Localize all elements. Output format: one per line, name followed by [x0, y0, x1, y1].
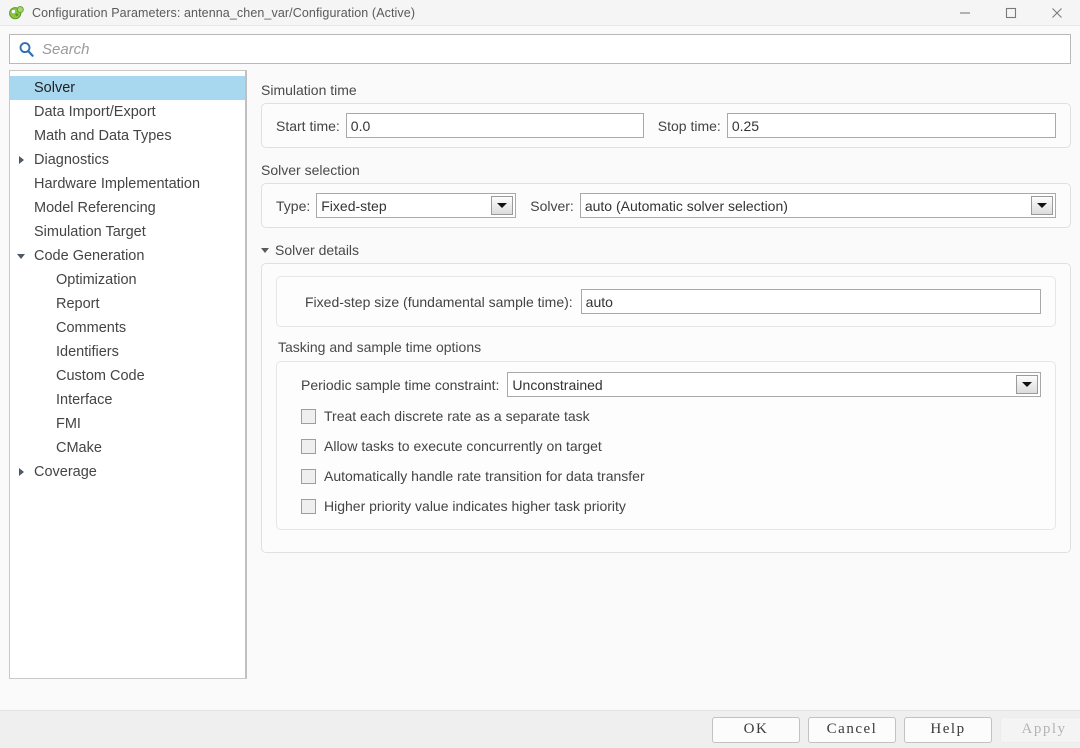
configuration-parameters-window: Configuration Parameters: antenna_chen_v… [0, 0, 1080, 748]
checkbox-1[interactable] [301, 408, 316, 424]
checkbox-4[interactable] [301, 498, 316, 514]
settings-pane-solver: Simulation time Start time: 0.0 Stop tim… [247, 70, 1071, 710]
sidebar-item-fmi[interactable]: FMI [10, 412, 245, 436]
sidebar-item-diagnostics[interactable]: Diagnostics [10, 148, 245, 172]
solver-label: Solver: [530, 197, 574, 214]
chevron-down-icon[interactable] [12, 253, 30, 259]
start-time-label: Start time: [276, 117, 340, 134]
solver-details-expander[interactable]: Solver details [261, 242, 1071, 258]
sidebar-item-interface[interactable]: Interface [10, 388, 245, 412]
sidebar-item-label: CMake [56, 440, 102, 456]
stop-time-field[interactable]: 0.25 [726, 113, 1056, 138]
solver-details-group: Fixed-step size (fundamental sample time… [261, 263, 1071, 553]
search-placeholder: Search [42, 40, 90, 58]
checkbox-row[interactable]: Automatically handle rate transition for… [301, 461, 1041, 491]
periodic-sample-time-label: Periodic sample time constraint: [301, 376, 500, 393]
settings-tree[interactable]: Solver Data Import/Export Math and Data Ty… [9, 70, 247, 679]
sidebar-item-model-referencing[interactable]: Model Referencing [10, 196, 245, 220]
sidebar-item-label: Custom Code [56, 368, 145, 384]
start-time-field[interactable]: 0.0 [345, 113, 644, 138]
sidebar-item-solver[interactable]: Solver [10, 76, 245, 100]
sidebar-item-simulation-target[interactable]: Simulation Target [10, 220, 245, 244]
sidebar-item-math-and-data-types[interactable]: Math and Data Types [10, 124, 245, 148]
sidebar-item-label: Math and Data Types [34, 128, 172, 144]
sidebar-item-label: Simulation Target [34, 224, 146, 240]
solver-type-dropdown[interactable]: Fixed-step [316, 193, 517, 218]
search-input[interactable]: Search [9, 34, 1071, 64]
title-bar: Configuration Parameters: antenna_chen_v… [0, 0, 1080, 26]
sidebar-item-label: Coverage [34, 464, 97, 480]
solver-dropdown[interactable]: auto (Automatic solver selection) [579, 193, 1056, 218]
sidebar-item-label: Data Import/Export [34, 104, 156, 120]
sidebar-item-cmake[interactable]: CMake [10, 436, 245, 460]
sidebar-item-label: Optimization [56, 272, 137, 288]
checkbox-label: Treat each discrete rate as a separate t… [324, 408, 590, 424]
simulation-time-title: Simulation time [261, 82, 357, 98]
sidebar-item-code-generation[interactable]: Code Generation [10, 244, 245, 268]
fixed-step-size-field[interactable]: auto [580, 289, 1041, 314]
stop-time-label: Stop time: [657, 117, 721, 134]
checkbox-label: Automatically handle rate transition for… [324, 468, 645, 484]
solver-selection-group: Type: Fixed-step Solver: auto (Automatic… [261, 183, 1071, 228]
periodic-sample-time-value: Unconstrained [512, 376, 603, 393]
simulink-logo-icon [8, 5, 24, 21]
fixed-step-size-group: Fixed-step size (fundamental sample time… [276, 276, 1056, 327]
sidebar-item-label: Comments [56, 320, 127, 336]
chevron-down-icon[interactable] [491, 196, 514, 215]
chevron-down-icon [261, 247, 269, 253]
dialog-body: Solver Data Import/Export Math and Data Ty… [0, 70, 1080, 710]
fixed-step-size-label: Fixed-step size (fundamental sample time… [305, 293, 573, 310]
solver-value: auto (Automatic solver selection) [584, 197, 788, 214]
sidebar-item-label: Solver [34, 80, 76, 96]
checkbox-row[interactable]: Treat each discrete rate as a separate t… [301, 401, 1041, 431]
minimize-icon[interactable] [942, 0, 988, 26]
search-icon [18, 41, 35, 58]
checkbox-row[interactable]: Higher priority value indicates higher t… [301, 491, 1041, 521]
chevron-down-icon[interactable] [1016, 375, 1038, 394]
maximize-icon[interactable] [988, 0, 1034, 26]
window-title: Configuration Parameters: antenna_chen_v… [32, 5, 416, 20]
checkbox-2[interactable] [301, 438, 316, 454]
cancel-button[interactable]: Cancel [808, 716, 896, 743]
sidebar-item-label: Interface [56, 392, 113, 408]
help-button[interactable]: Help [904, 716, 992, 743]
sidebar-item-label: Report [56, 296, 100, 312]
chevron-right-icon[interactable] [12, 468, 30, 476]
window-controls [942, 0, 1080, 26]
ok-button[interactable]: OK [712, 716, 800, 743]
solver-type-label: Type: [276, 197, 311, 214]
checkbox-row[interactable]: Allow tasks to execute concurrently on t… [301, 431, 1041, 461]
dialog-footer: OK Cancel Help Apply [0, 710, 1080, 748]
close-icon[interactable] [1034, 0, 1080, 26]
checkbox-label: Higher priority value indicates higher t… [324, 498, 626, 514]
solver-type-value: Fixed-step [321, 197, 387, 214]
sidebar-item-comments[interactable]: Comments [10, 316, 245, 340]
checkbox-3[interactable] [301, 468, 316, 484]
solver-details-title: Solver details [275, 242, 360, 258]
sidebar-item-label: Diagnostics [34, 152, 109, 168]
checkbox-label: Allow tasks to execute concurrently on t… [324, 438, 602, 454]
sidebar-item-coverage[interactable]: Coverage [10, 460, 245, 484]
simulation-time-group: Start time: 0.0 Stop time: 0.25 [261, 103, 1071, 148]
sidebar-item-label: Code Generation [34, 248, 145, 264]
periodic-sample-time-dropdown[interactable]: Unconstrained [507, 372, 1041, 397]
sidebar-item-label: Identifiers [56, 344, 119, 360]
tasking-options-title: Tasking and sample time options [278, 339, 482, 355]
sidebar-item-label: Model Referencing [34, 200, 156, 216]
sidebar-item-label: FMI [56, 416, 81, 432]
chevron-right-icon[interactable] [12, 156, 30, 164]
sidebar-item-report[interactable]: Report [10, 292, 245, 316]
sidebar-item-label: Hardware Implementation [34, 176, 201, 192]
solver-selection-title: Solver selection [261, 162, 360, 178]
chevron-down-icon[interactable] [1031, 196, 1053, 215]
sidebar-item-custom-code[interactable]: Custom Code [10, 364, 245, 388]
sidebar-item-data-import-export[interactable]: Data Import/Export [10, 100, 245, 124]
search-row: Search [0, 26, 1080, 70]
sidebar-item-identifiers[interactable]: Identifiers [10, 340, 245, 364]
sidebar-item-optimization[interactable]: Optimization [10, 268, 245, 292]
tasking-options-group: Periodic sample time constraint: Unconst… [276, 361, 1056, 530]
apply-button: Apply [1000, 716, 1080, 743]
sidebar-item-hardware-implementation[interactable]: Hardware Implementation [10, 172, 245, 196]
